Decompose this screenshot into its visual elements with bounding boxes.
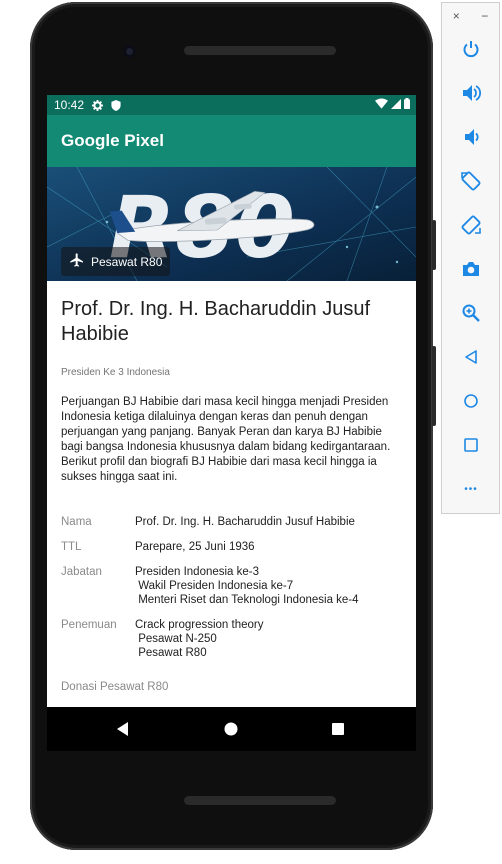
- back-icon: [465, 350, 477, 364]
- donasi-section-label[interactable]: Donasi Pesawat R80: [61, 681, 168, 693]
- shield-icon: [111, 99, 121, 111]
- power-side-button: [432, 220, 436, 270]
- info-value-ttl: Parepare, 25 Juni 1936: [135, 541, 255, 553]
- app-bar: Google Pixel: [47, 115, 416, 167]
- volume-up-button[interactable]: [456, 78, 486, 108]
- penemuan-line: Pesawat R80: [135, 647, 207, 659]
- emulator-toolbar: × − •••: [441, 2, 500, 514]
- screenshot-button[interactable]: [456, 254, 486, 284]
- airplane-icon: [69, 252, 85, 271]
- article-subtitle: Presiden Ke 3 Indonesia: [61, 367, 170, 378]
- article-headline: Prof. Dr. Ing. H. Bacharuddin Jusuf Habi…: [61, 298, 371, 345]
- nav-back-button[interactable]: [115, 721, 131, 737]
- info-row-jabatan: Jabatan Presiden Indonesia ke-3 Wakil Pr…: [61, 565, 406, 607]
- device-screen: 10:42 Google Pixel Pesawat R80 Prof. Dr.…: [47, 95, 416, 707]
- overview-button[interactable]: [456, 430, 486, 460]
- status-bar: 10:42: [47, 95, 416, 115]
- penemuan-line: Crack progression theory: [135, 619, 264, 631]
- top-speaker: [184, 46, 336, 55]
- back-triangle-icon: [117, 722, 128, 736]
- banner-chip-label: Pesawat R80: [91, 254, 163, 269]
- article-description: Perjuangan BJ Habibie dari masa kecil hi…: [61, 396, 391, 483]
- rotate-left-icon: [461, 171, 481, 191]
- jabatan-line: Menteri Riset dan Teknologi Indonesia ke…: [135, 594, 359, 606]
- home-circle-icon: [224, 722, 238, 736]
- info-label-jabatan: Jabatan: [61, 566, 102, 578]
- banner-image: R80 Pesawat R80: [47, 167, 416, 281]
- more-icon: •••: [464, 483, 478, 495]
- emulator-window-controls: × −: [442, 9, 499, 23]
- settings-gear-icon: [92, 99, 104, 111]
- info-label-nama: Nama: [61, 516, 92, 528]
- info-value-jabatan: Presiden Indonesia ke-3 Wakil Presiden I…: [135, 565, 359, 607]
- back-button[interactable]: [456, 342, 486, 372]
- info-label-penemuan: Penemuan: [61, 619, 117, 631]
- info-value-penemuan: Crack progression theory Pesawat N-250 P…: [135, 618, 263, 660]
- penemuan-line: Pesawat N-250: [135, 633, 217, 645]
- close-button[interactable]: ×: [453, 9, 460, 23]
- volume-down-button[interactable]: [456, 122, 486, 152]
- info-row-penemuan: Penemuan Crack progression theory Pesawa…: [61, 618, 406, 660]
- info-row-nama: Nama Prof. Dr. Ing. H. Bacharuddin Jusuf…: [61, 515, 406, 529]
- info-value-nama: Prof. Dr. Ing. H. Bacharuddin Jusuf Habi…: [135, 516, 355, 528]
- nav-home-button[interactable]: [223, 721, 239, 737]
- home-button[interactable]: [456, 386, 486, 416]
- wifi-icon: [375, 98, 388, 112]
- front-camera: [123, 45, 136, 58]
- info-row-ttl: TTL Parepare, 25 Juni 1936: [61, 540, 406, 554]
- volume-side-button: [432, 346, 436, 426]
- power-icon: [463, 41, 479, 58]
- bottom-speaker: [184, 796, 336, 805]
- zoom-icon: [462, 304, 480, 322]
- battery-icon: [404, 98, 410, 112]
- volume-up-icon: [463, 85, 481, 101]
- power-button[interactable]: [456, 34, 486, 64]
- jabatan-line: Wakil Presiden Indonesia ke-7: [135, 580, 294, 592]
- status-time: 10:42: [54, 98, 85, 112]
- rotate-left-button[interactable]: [456, 166, 486, 196]
- zoom-button[interactable]: [456, 298, 486, 328]
- info-label-ttl: TTL: [61, 541, 82, 553]
- minimize-button[interactable]: −: [481, 9, 488, 23]
- android-nav-bar: [47, 707, 416, 751]
- banner-chip: Pesawat R80: [61, 247, 171, 276]
- rotate-right-icon: [461, 215, 481, 235]
- camera-icon: [463, 262, 479, 276]
- overview-icon: [464, 438, 478, 452]
- app-title: Google Pixel: [61, 131, 164, 150]
- overview-square-icon: [332, 723, 344, 735]
- more-button[interactable]: •••: [456, 474, 486, 504]
- profile-info-table: Nama Prof. Dr. Ing. H. Bacharuddin Jusuf…: [61, 515, 406, 671]
- home-icon: [464, 394, 478, 408]
- volume-down-icon: [465, 129, 479, 145]
- rotate-right-button[interactable]: [456, 210, 486, 240]
- cell-signal-icon: [391, 98, 401, 112]
- jabatan-line: Presiden Indonesia ke-3: [135, 566, 260, 578]
- nav-overview-button[interactable]: [330, 721, 346, 737]
